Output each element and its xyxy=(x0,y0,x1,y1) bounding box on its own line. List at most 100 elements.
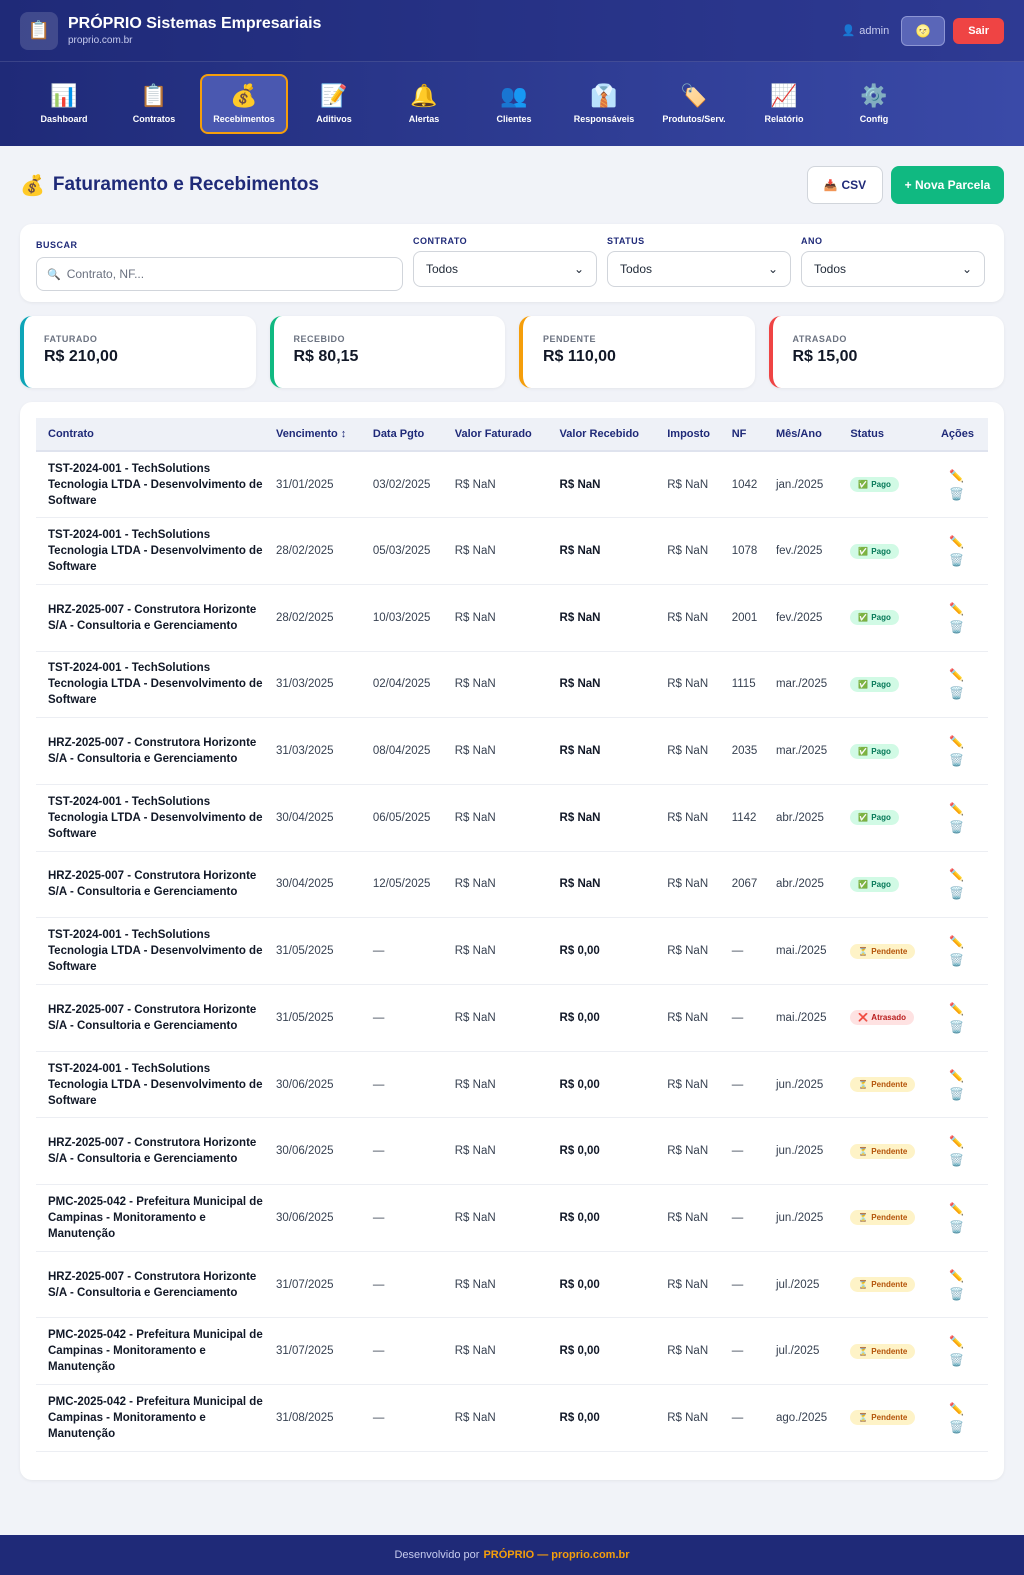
contract-filter-select[interactable]: Todos ⌄ xyxy=(413,251,597,287)
month-year-cell: abr./2025 xyxy=(769,851,845,919)
edit-icon[interactable]: ✏️ xyxy=(949,735,964,749)
nav-item-relat-rio[interactable]: 📈 Relatório xyxy=(740,74,828,134)
stat-card-pendente: PENDENTE R$ 110,00 xyxy=(519,316,755,388)
edit-icon[interactable]: ✏️ xyxy=(949,602,964,616)
nav-item-aditivos[interactable]: 📝 Aditivos xyxy=(290,74,378,134)
invoice-cell: — xyxy=(725,1051,770,1119)
trash-icon[interactable]: 🗑️ xyxy=(949,820,964,834)
year-filter-select[interactable]: Todos ⌄ xyxy=(801,251,985,287)
tax-cell: R$ NaN xyxy=(661,651,726,719)
invoice-cell: 1142 xyxy=(725,784,770,852)
payment-date-cell: — xyxy=(366,1251,449,1319)
billed-value-cell: R$ NaN xyxy=(448,717,554,785)
actions-cell: ✏️ 🗑️ xyxy=(934,651,988,719)
contract-cell: PMC-2025-042 - Prefeitura Municipal de C… xyxy=(36,1384,270,1452)
trash-icon[interactable]: 🗑️ xyxy=(949,1087,964,1101)
trash-icon[interactable]: 🗑️ xyxy=(949,953,964,967)
trash-icon[interactable]: 🗑️ xyxy=(949,1287,964,1301)
contract-filter-label: CONTRATO xyxy=(413,236,468,246)
status-badge: ⏳ Pendente xyxy=(850,943,916,959)
edit-icon[interactable]: ✏️ xyxy=(949,1402,964,1416)
due-date-cell: 31/05/2025 xyxy=(270,917,367,985)
search-input[interactable]: 🔍 Contrato, NF... xyxy=(36,257,403,291)
trash-icon[interactable]: 🗑️ xyxy=(949,1353,964,1367)
edit-icon[interactable]: ✏️ xyxy=(949,1202,964,1216)
edit-icon[interactable]: ✏️ xyxy=(949,535,964,549)
contract-cell: HRZ-2025-007 - Construtora Horizonte S/A… xyxy=(36,1251,270,1319)
tax-cell: R$ NaN xyxy=(661,1051,726,1119)
trash-icon[interactable]: 🗑️ xyxy=(949,753,964,767)
trash-icon[interactable]: 🗑️ xyxy=(949,686,964,700)
invoice-cell: — xyxy=(725,1117,770,1186)
table-row: HRZ-2025-007 - Construtora Horizonte S/A… xyxy=(36,584,988,652)
due-date-cell: 31/01/2025 xyxy=(270,451,367,519)
status-text: Pendente xyxy=(871,1080,908,1090)
due-date-cell: 31/03/2025 xyxy=(270,651,367,719)
nav-item-dashboard[interactable]: 📊 Dashboard xyxy=(20,74,108,134)
nav-item-alertas[interactable]: 🔔 Alertas xyxy=(380,74,468,134)
nav-item-clientes[interactable]: 👥 Clientes xyxy=(470,74,558,134)
nav-item-label: Recebimentos xyxy=(213,114,275,124)
status-text: Pendente xyxy=(871,1346,908,1356)
status-text: Pago xyxy=(871,746,891,756)
edit-icon[interactable]: ✏️ xyxy=(949,1002,964,1016)
nav-item-config[interactable]: ⚙️ Config xyxy=(830,74,918,134)
contract-cell: TST-2024-001 - TechSolutions Tecnologia … xyxy=(36,651,270,719)
produtos-serv-icon: 🏷️ xyxy=(680,83,708,108)
status-filter-select[interactable]: Todos ⌄ xyxy=(607,251,791,287)
edit-icon[interactable]: ✏️ xyxy=(949,868,964,882)
invoice-cell: — xyxy=(725,1251,770,1319)
edit-icon[interactable]: ✏️ xyxy=(949,668,964,682)
contract-cell: TST-2024-001 - TechSolutions Tecnologia … xyxy=(36,917,270,985)
month-year-cell: fev./2025 xyxy=(769,584,845,652)
contract-filter-value: Todos xyxy=(426,262,459,276)
due-date-cell: 30/04/2025 xyxy=(270,851,367,919)
edit-icon[interactable]: ✏️ xyxy=(949,935,964,949)
edit-icon[interactable]: ✏️ xyxy=(949,1135,964,1149)
trash-icon[interactable]: 🗑️ xyxy=(949,1220,964,1234)
edit-icon[interactable]: ✏️ xyxy=(949,1335,964,1349)
download-icon: 📥 xyxy=(823,179,838,192)
month-year-cell: mar./2025 xyxy=(769,651,845,719)
contract-cell: HRZ-2025-007 - Construtora Horizonte S/A… xyxy=(36,1117,270,1186)
edit-icon[interactable]: ✏️ xyxy=(949,1069,964,1083)
edit-icon[interactable]: ✏️ xyxy=(949,1269,964,1283)
payment-date-cell: 05/03/2025 xyxy=(366,517,449,585)
top-bar: 📋 PRÓPRIO Sistemas Empresariais proprio.… xyxy=(0,0,1024,62)
nav-item-recebimentos[interactable]: 💰 Recebimentos xyxy=(200,74,288,134)
status-icon: ✅ xyxy=(858,546,869,556)
trash-icon[interactable]: 🗑️ xyxy=(949,1153,964,1167)
tax-cell: R$ NaN xyxy=(661,717,726,785)
month-year-cell: mar./2025 xyxy=(769,717,845,785)
trash-icon[interactable]: 🗑️ xyxy=(949,487,964,501)
edit-icon[interactable]: ✏️ xyxy=(949,469,964,483)
trash-icon[interactable]: 🗑️ xyxy=(949,1420,964,1434)
edit-icon[interactable]: ✏️ xyxy=(949,802,964,816)
status-icon: ✅ xyxy=(858,480,869,490)
column-header[interactable]: Vencimento ↕ xyxy=(270,418,367,452)
month-year-cell: jul./2025 xyxy=(769,1251,845,1319)
export-csv-button[interactable]: 📥 CSV xyxy=(807,166,883,204)
nav-item-contratos[interactable]: 📋 Contratos xyxy=(110,74,198,134)
nav-item-produtos-serv[interactable]: 🏷️ Produtos/Serv. xyxy=(650,74,738,134)
trash-icon[interactable]: 🗑️ xyxy=(949,553,964,567)
logout-button[interactable]: Sair xyxy=(953,17,1004,44)
status-icon: ⏳ xyxy=(858,946,869,956)
status-badge: ✅ Pago xyxy=(850,543,899,559)
contract-cell: HRZ-2025-007 - Construtora Horizonte S/A… xyxy=(36,584,270,652)
row-actions: ✏️ 🗑️ xyxy=(941,1402,982,1434)
summary-cards: FATURADO R$ 210,00 RECEBIDO R$ 80,15 PENDENT… xyxy=(20,316,1004,388)
row-actions: ✏️ 🗑️ xyxy=(941,1269,982,1301)
status-badge: ⏳ Pendente xyxy=(850,1410,916,1426)
nav-item-label: Clientes xyxy=(496,114,532,124)
trash-icon[interactable]: 🗑️ xyxy=(949,620,964,634)
table-row: HRZ-2025-007 - Construtora Horizonte S/A… xyxy=(36,1117,988,1186)
respons-veis-icon: 👔 xyxy=(590,83,618,108)
row-actions: ✏️ 🗑️ xyxy=(941,668,982,700)
trash-icon[interactable]: 🗑️ xyxy=(949,1020,964,1034)
trash-icon[interactable]: 🗑️ xyxy=(949,886,964,900)
column-header: NF xyxy=(725,418,770,452)
nav-item-respons-veis[interactable]: 👔 Responsáveis xyxy=(560,74,648,134)
theme-toggle-button[interactable]: 🌝 xyxy=(901,15,946,46)
new-installment-button[interactable]: + Nova Parcela xyxy=(891,166,1004,204)
